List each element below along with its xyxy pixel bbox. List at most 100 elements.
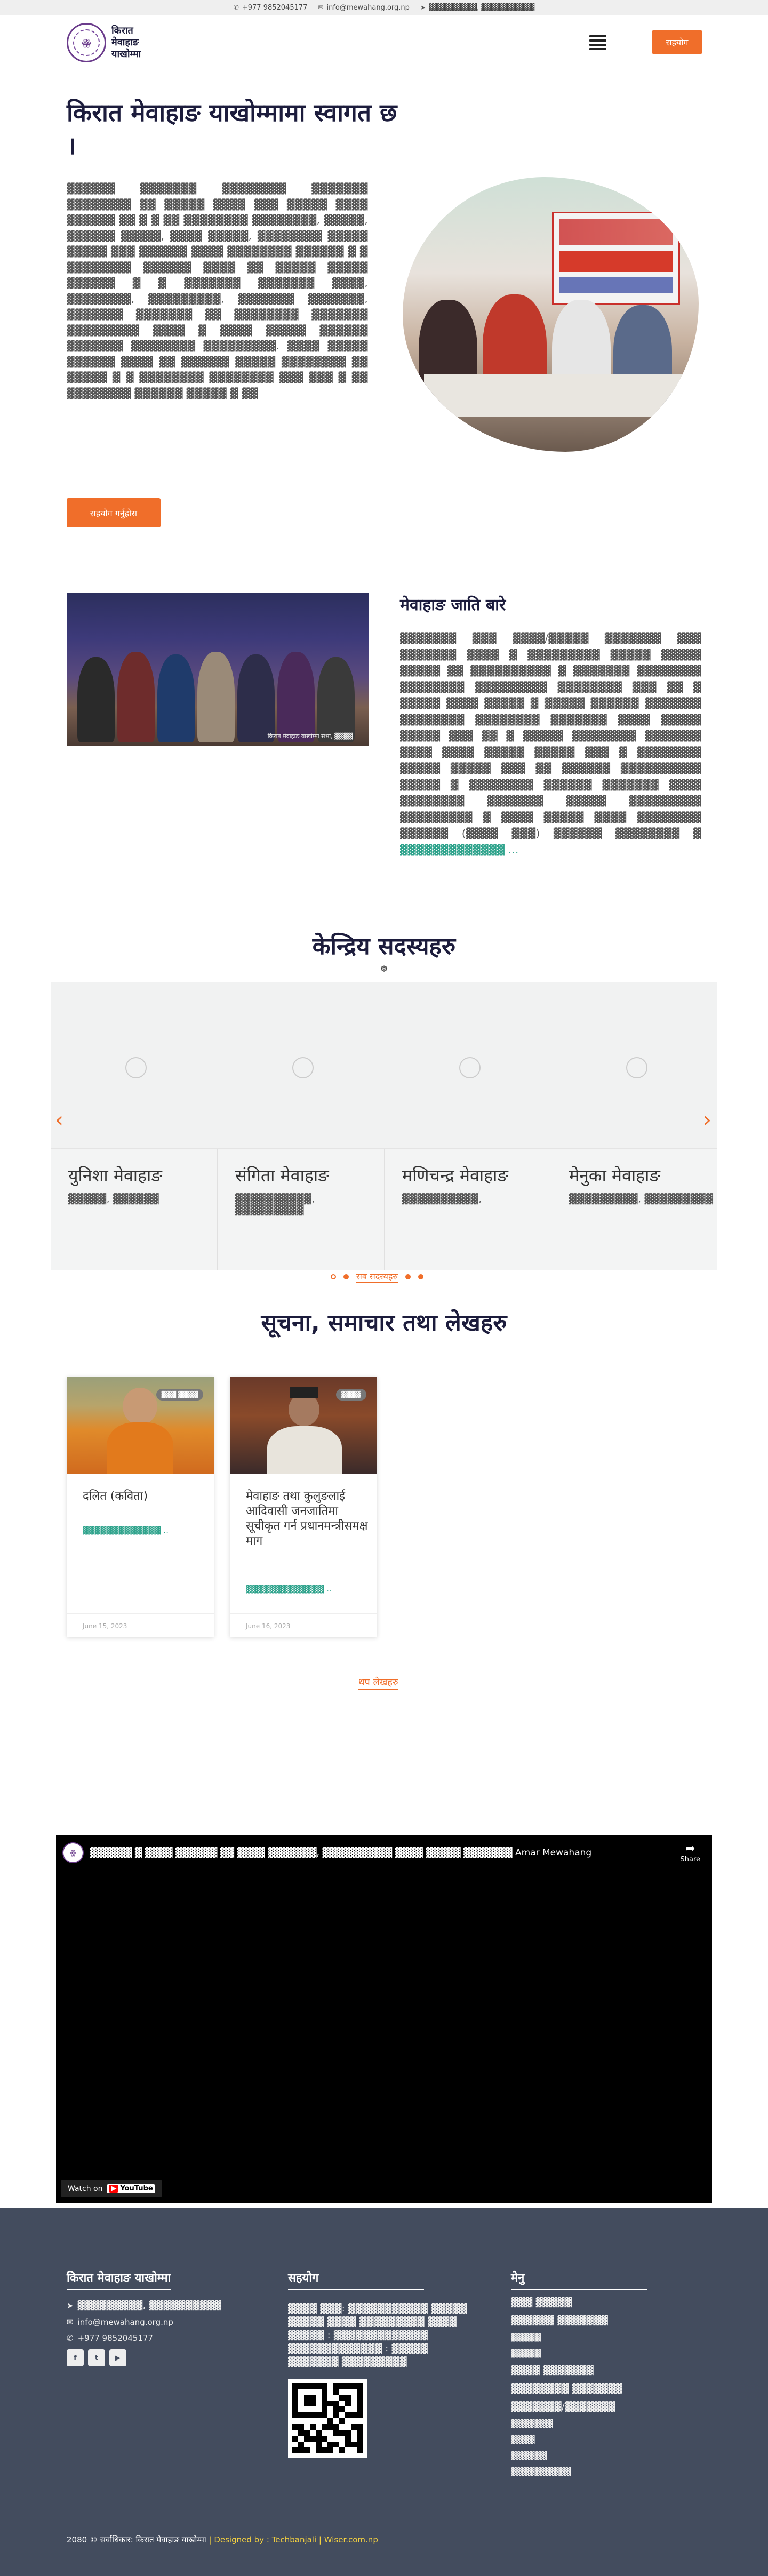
- youtube-icon[interactable]: ▶: [109, 2349, 126, 2366]
- post-title[interactable]: दलित (कविता): [83, 1489, 205, 1504]
- share-button[interactable]: ➦ Share: [680, 1842, 700, 1863]
- carousel-dot[interactable]: [343, 1274, 349, 1279]
- footer-address-text: ▓▓▓▓▓▓▓▓▓, ▓▓▓▓▓▓▓▓▓▓: [77, 2300, 222, 2311]
- footer-menu-item[interactable]: ▓▓▓▓▓▓▓▓ ▓▓▓▓▓▓▓: [511, 2383, 647, 2394]
- post-card[interactable]: ▓▓▓▓ मेवाहाङ तथा कुलुङलाई आदिवासी जनजाति…: [230, 1377, 377, 1637]
- post-title[interactable]: मेवाहाङ तथा कुलुङलाई आदिवासी जनजातिमा सू…: [246, 1489, 369, 1549]
- dharma-wheel-icon: ☸: [377, 963, 391, 974]
- carousel-dot[interactable]: [405, 1274, 411, 1279]
- footer-menu-item[interactable]: ▓▓▓▓▓▓: [511, 2452, 647, 2460]
- share-label: Share: [680, 1855, 700, 1863]
- logo-emblem-mark: ꙮ: [73, 29, 100, 56]
- member-name: युनिशा मेवाहाङ: [68, 1165, 162, 1186]
- member-photo: [51, 982, 218, 1149]
- member-role: ▓▓▓▓▓, ▓▓▓▓▓▓: [68, 1194, 159, 1205]
- loading-spinner-icon: [459, 1057, 481, 1078]
- watch-on-youtube-button[interactable]: Watch on ▶ YouTube: [61, 2180, 162, 2197]
- about-read-more-link[interactable]: ▓▓▓▓▓▓▓▓▓▓▓▓▓ ...: [400, 844, 519, 856]
- about-photo-caption: किरात मेवाहाङ याखोम्मा सभा, ▓▓▓▓: [267, 733, 353, 740]
- footer-phone-text: +977 9852045177: [77, 2333, 153, 2343]
- footer-menu-item[interactable]: ▓▓▓▓▓: [511, 2349, 647, 2358]
- footer-menu-item[interactable]: ▓▓▓▓: [511, 2436, 647, 2444]
- post-category-tag[interactable]: ▓▓▓ ▓▓▓▓: [156, 1389, 203, 1401]
- more-posts-link[interactable]: थप लेखहरु: [358, 1676, 398, 1690]
- hero-photo: [403, 177, 699, 452]
- footer-menu-item[interactable]: ▓▓▓ ▓▓▓▓▓: [511, 2297, 647, 2308]
- footer-email[interactable]: ✉ info@mewahang.org.np: [67, 2317, 221, 2327]
- carousel-prev-arrow-icon[interactable]: ‹: [55, 1108, 63, 1132]
- channel-avatar[interactable]: ꙮ: [62, 1842, 84, 1863]
- carousel-dot[interactable]: [418, 1274, 423, 1279]
- news-title: सूचना, समाचार तथा लेखहरु: [261, 1309, 507, 1337]
- copyright-owner: 2080 © सर्वाधिकार: किरात मेवाहाङ याखोम्म…: [67, 2535, 206, 2545]
- video-title[interactable]: ▓▓▓▓▓▓ ▓ ▓▓▓▓ ▓▓▓▓▓▓ ▓▓ ▓▓▓▓ ▓▓▓▓▓▓▓, ▓▓…: [90, 1847, 591, 1858]
- member-role: ▓▓▓▓▓▓▓▓▓▓,: [402, 1194, 482, 1205]
- carousel-pagination: सब सदस्यहरु: [331, 1270, 423, 1283]
- location-arrow-icon: ➤: [420, 4, 426, 11]
- twitter-icon[interactable]: t: [88, 2349, 105, 2366]
- topbar-address: ➤ ▓▓▓▓▓▓▓▓▓, ▓▓▓▓▓▓▓▓▓▓: [420, 4, 534, 12]
- member-name: मेनुका मेवाहाङ: [569, 1165, 660, 1186]
- member-card[interactable]: संगिता मेवाहाङ ▓▓▓▓▓▓▓▓▓▓, ▓▓▓▓▓▓▓▓▓: [218, 982, 385, 1270]
- post-card[interactable]: ▓▓▓ ▓▓▓▓ दलित (कविता) ▓▓▓▓▓▓▓▓▓▓▓▓▓ .. J…: [67, 1377, 214, 1637]
- post-read-more-link[interactable]: ▓▓▓▓▓▓▓▓▓▓▓▓▓ ..: [83, 1526, 169, 1535]
- phone-icon: ✆: [67, 2333, 74, 2343]
- video-header: ꙮ ▓▓▓▓▓▓ ▓ ▓▓▓▓ ▓▓▓▓▓▓ ▓▓ ▓▓▓▓ ▓▓▓▓▓▓▓, …: [62, 1842, 591, 1863]
- footer-support-text: ▓▓▓▓ ▓▓▓: ▓▓▓▓▓▓▓▓▓▓▓ ▓▓▓▓▓ ▓▓▓▓▓ ▓▓▓▓ ▓…: [288, 2303, 468, 2367]
- footer-email-text: info@mewahang.org.np: [77, 2317, 173, 2327]
- carousel-dot[interactable]: [331, 1274, 336, 1279]
- all-members-link[interactable]: सब सदस्यहरु: [356, 1270, 398, 1283]
- header-support-button[interactable]: सहयोग: [652, 30, 702, 54]
- loading-spinner-icon: [626, 1057, 647, 1078]
- copyright-text: 2080 © सर्वाधिकार: किरात मेवाहाङ याखोम्म…: [67, 2534, 378, 2545]
- member-role: ▓▓▓▓▓▓▓▓▓▓, ▓▓▓▓▓▓▓▓▓: [235, 1194, 315, 1216]
- footer-contact-column: किरात मेवाहाङ याखोम्मा ➤ ▓▓▓▓▓▓▓▓▓, ▓▓▓▓…: [67, 2269, 221, 2366]
- designer-credit-link[interactable]: | Designed by : Techbanjali | Wiser.com.…: [206, 2535, 378, 2545]
- site-logo[interactable]: ꙮ किरात मेवाहाङ याखोम्मा: [67, 23, 141, 62]
- footer-org-title: किरात मेवाहाङ याखोम्मा: [67, 2269, 171, 2290]
- social-links: f t ▶: [67, 2349, 221, 2366]
- footer-menu-item[interactable]: ▓▓▓▓▓▓▓▓▓▓: [511, 2468, 647, 2476]
- logo-text: किरात मेवाहाङ याखोम्मा: [111, 25, 141, 60]
- loading-spinner-icon: [125, 1057, 147, 1078]
- about-body: ▓▓▓▓▓▓▓ ▓▓▓ ▓▓▓▓/▓▓▓▓▓ ▓▓▓▓▓▓▓ ▓▓▓ ▓▓▓▓▓…: [400, 630, 701, 858]
- member-card[interactable]: मेनुका मेवाहाङ ▓▓▓▓▓▓▓▓▓, ▓▓▓▓▓▓▓▓▓: [551, 982, 717, 1270]
- hamburger-menu-icon[interactable]: [589, 35, 606, 50]
- member-card[interactable]: मणिचन्द्र मेवाहाङ ▓▓▓▓▓▓▓▓▓▓,: [385, 982, 551, 1270]
- member-photo: [218, 982, 385, 1149]
- facebook-icon[interactable]: f: [67, 2349, 84, 2366]
- footer-menu-item[interactable]: ▓▓▓▓ ▓▓▓▓▓▓▓: [511, 2365, 647, 2376]
- footer-menu-item[interactable]: ▓▓▓▓▓: [511, 2333, 647, 2342]
- topbar-email[interactable]: ✉ info@mewahang.org.np: [318, 4, 409, 12]
- post-category-tag[interactable]: ▓▓▓▓: [336, 1389, 366, 1401]
- member-name: संगिता मेवाहाङ: [235, 1165, 329, 1186]
- envelope-icon: ✉: [318, 4, 324, 11]
- carousel-next-arrow-icon[interactable]: ›: [703, 1108, 711, 1132]
- footer-menu-item[interactable]: ▓▓▓▓▓▓▓/▓▓▓▓▓▓▓: [511, 2402, 647, 2412]
- location-arrow-icon: ➤: [67, 2301, 74, 2310]
- footer-support-column: सहयोग ▓▓▓▓ ▓▓▓: ▓▓▓▓▓▓▓▓▓▓▓ ▓▓▓▓▓ ▓▓▓▓▓ …: [288, 2269, 480, 2458]
- footer-menu-list: ▓▓▓ ▓▓▓▓▓ ▓▓▓▓▓▓ ▓▓▓▓▓▓▓ ▓▓▓▓▓ ▓▓▓▓▓ ▓▓▓▓ ▓▓…: [511, 2297, 647, 2476]
- youtube-video-embed[interactable]: ꙮ ▓▓▓▓▓▓ ▓ ▓▓▓▓ ▓▓▓▓▓▓ ▓▓ ▓▓▓▓ ▓▓▓▓▓▓▓, …: [56, 1835, 712, 2203]
- hero-support-button[interactable]: सहयोग गर्नुहोस: [67, 498, 161, 527]
- post-read-more-link[interactable]: ▓▓▓▓▓▓▓▓▓▓▓▓▓ ..: [246, 1585, 332, 1594]
- footer-phone[interactable]: ✆ +977 9852045177: [67, 2333, 221, 2343]
- share-icon: ➦: [685, 1842, 695, 1855]
- youtube-logo-icon: ▶ YouTube: [107, 2184, 155, 2193]
- about-group-photo: किरात मेवाहाङ याखोम्मा सभा, ▓▓▓▓: [67, 593, 369, 746]
- footer-menu-item[interactable]: ▓▓▓▓▓▓ ▓▓▓▓▓▓▓: [511, 2315, 647, 2326]
- member-photo: [385, 982, 551, 1149]
- hero-body: ▓▓▓▓▓▓ ▓▓▓▓▓▓▓ ▓▓▓▓▓▓▓▓ ▓▓▓▓▓▓▓ ▓▓▓▓▓▓▓▓…: [67, 183, 368, 399]
- footer-menu-column: मेनु ▓▓▓ ▓▓▓▓▓ ▓▓▓▓▓▓ ▓▓▓▓▓▓▓ ▓▓▓▓▓ ▓▓▓▓▓ ▓▓…: [511, 2269, 647, 2484]
- news-section: सूचना, समाचार तथा लेखहरु ▓▓▓ ▓▓▓▓ दलित (…: [0, 1308, 768, 1809]
- about-title: मेवाहाङ जाति बारे: [400, 596, 506, 614]
- footer-address: ➤ ▓▓▓▓▓▓▓▓▓, ▓▓▓▓▓▓▓▓▓▓: [67, 2300, 221, 2311]
- envelope-icon: ✉: [67, 2317, 74, 2327]
- topbar-address-text: ▓▓▓▓▓▓▓▓▓, ▓▓▓▓▓▓▓▓▓▓: [428, 3, 535, 12]
- member-card[interactable]: युनिशा मेवाहाङ ▓▓▓▓▓, ▓▓▓▓▓▓: [51, 982, 218, 1270]
- footer-menu-item[interactable]: ▓▓▓▓▓▓▓: [511, 2420, 647, 2428]
- topbar-phone[interactable]: ✆ +977 9852045177: [234, 4, 308, 12]
- loading-spinner-icon: [292, 1057, 314, 1078]
- site-header: ꙮ किरात मेवाहाङ याखोम्मा सहयोग: [0, 15, 768, 70]
- youtube-wordmark: YouTube: [120, 2185, 153, 2193]
